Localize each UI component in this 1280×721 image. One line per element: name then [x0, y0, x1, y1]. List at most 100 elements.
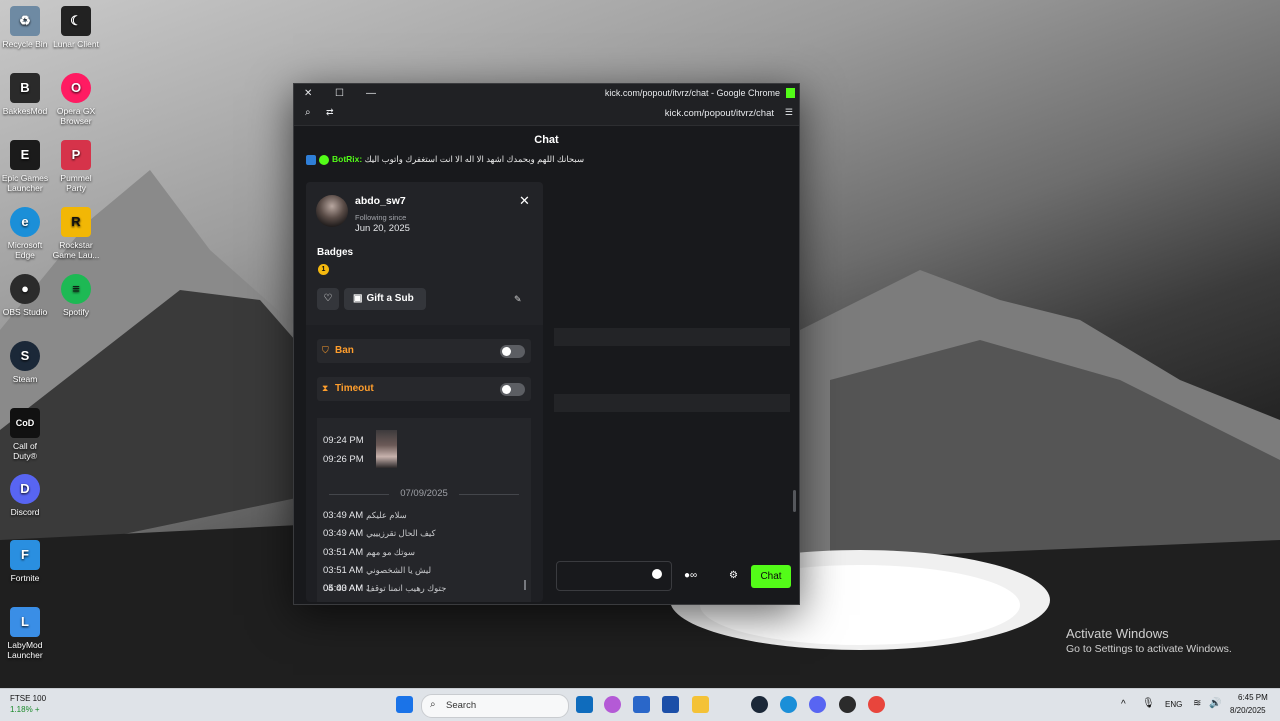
- stock-widget[interactable]: FTSE 100 1.18% +: [10, 693, 46, 715]
- desktop-icon-label: Steam: [12, 374, 38, 384]
- desktop-icon-area: ♻ Recycle Bin ☾ Lunar Client B BakkesMod…: [0, 0, 110, 680]
- history-time: 09:26 PM: [323, 454, 364, 465]
- chat-row-background: [554, 328, 790, 346]
- chat-header: Chat: [294, 126, 799, 155]
- close-window-icon[interactable]: ✕: [304, 88, 312, 99]
- chat-scrollbar[interactable]: [793, 490, 796, 512]
- timeout-toggle[interactable]: [500, 383, 525, 396]
- discord-taskbar-icon[interactable]: [809, 696, 826, 713]
- microphone-icon[interactable]: 🎙: [1142, 698, 1155, 709]
- user-card-username[interactable]: abdo_sw7: [355, 195, 406, 207]
- favorite-heart-button[interactable]: ♡: [317, 288, 339, 310]
- desktop-icon-discord[interactable]: D Discord: [0, 474, 50, 517]
- history-message: جتوك رهيب انمنا توقف: [366, 583, 447, 593]
- chevron-up-icon[interactable]: ^: [1121, 699, 1126, 710]
- store-icon[interactable]: [633, 696, 650, 713]
- desktop-icon-lunar-client[interactable]: ☾ Lunar Client: [51, 6, 101, 49]
- volume-icon[interactable]: 🔊: [1209, 698, 1221, 709]
- desktop-icon-obs[interactable]: ● OBS Studio: [0, 274, 50, 317]
- kicks-icon[interactable]: ●∞: [684, 570, 697, 581]
- gear-icon[interactable]: ⚙: [729, 570, 738, 581]
- emoji-icon[interactable]: [652, 569, 662, 579]
- message-history[interactable]: 09:24 PM 09:26 PM 07/09/2025 03:49 AM سلا…: [317, 418, 531, 602]
- history-scrollbar[interactable]: [524, 580, 526, 590]
- history-time: 05:40 AM: [323, 583, 364, 594]
- steam-taskbar-icon[interactable]: [751, 696, 768, 713]
- toggle-knob: [502, 385, 511, 394]
- history-row: 09:24 PM: [323, 435, 367, 446]
- desktop-icon-call-of-duty[interactable]: CoD Call of Duty®: [0, 408, 50, 461]
- message-username[interactable]: BotRix:: [332, 154, 362, 164]
- desktop-icon-edge[interactable]: e Microsoft Edge: [0, 207, 50, 260]
- windows-start-icon[interactable]: [396, 696, 413, 713]
- maximize-window-icon[interactable]: ☐: [335, 88, 344, 99]
- outlook-icon[interactable]: [576, 696, 593, 713]
- pin-icon[interactable]: ✎: [514, 294, 522, 305]
- emote-image: [376, 430, 397, 468]
- history-message: ليش يا الشخصوني: [366, 565, 432, 575]
- watermark-title: Activate Windows: [1066, 626, 1169, 641]
- translate-icon[interactable]: ⇄: [326, 107, 334, 118]
- ban-toggle[interactable]: [500, 345, 525, 358]
- site-settings-icon[interactable]: ☰: [785, 107, 793, 118]
- desktop-icon-label: Fortnite: [10, 573, 40, 583]
- desktop-icon-bakkesmod[interactable]: B BakkesMod: [0, 73, 50, 116]
- chrome-taskbar-icon[interactable]: [868, 696, 885, 713]
- zoom-icon[interactable]: ⌕: [305, 107, 311, 118]
- message-text: سبحانك اللهم وبحمدك اشهد الا اله الا انت…: [364, 154, 585, 164]
- chat-input[interactable]: [556, 561, 672, 591]
- edge-taskbar-icon[interactable]: [780, 696, 797, 713]
- desktop-icon-label: Opera GX Browser: [56, 106, 96, 126]
- user-card: abdo_sw7 Following since Jun 20, 2025 ✕ …: [306, 182, 543, 602]
- history-message: سوتك مو مهم: [366, 547, 415, 557]
- history-row: 09:26 PM: [323, 454, 367, 465]
- clock-time[interactable]: 6:45 PM: [1238, 693, 1268, 702]
- history-row: 03:51 AM ليش يا الشخصوني: [323, 565, 431, 576]
- desktop-icon-label: Spotify: [63, 307, 89, 317]
- clock-date[interactable]: 8/20/2025: [1230, 706, 1266, 715]
- discord-icon: D: [10, 474, 40, 504]
- obs-icon: ●: [10, 274, 40, 304]
- desktop-icon-label: Lunar Client: [53, 39, 99, 49]
- desktop-icon-labymod[interactable]: L LabyMod Launcher: [0, 607, 50, 660]
- chrome-popup-window: ✕ ☐ — kick.com/popout/itvrz/chat - Googl…: [293, 83, 800, 605]
- taskbar-search[interactable]: ⌕ Search: [421, 694, 569, 718]
- avatar: [316, 195, 348, 227]
- history-row: 03:51 AM سوتك مو مهم: [323, 547, 415, 558]
- kick-logo-icon: [786, 88, 795, 98]
- copilot-icon[interactable]: [604, 696, 621, 713]
- history-message: كيف الحال تقرزيييي: [366, 528, 436, 538]
- chat-message: BotRix: سبحانك اللهم وبحمدك اشهد الا اله…: [306, 154, 584, 165]
- desktop-icon-epic-games[interactable]: E Epic Games Launcher: [0, 140, 50, 193]
- obs-taskbar-icon[interactable]: [839, 696, 856, 713]
- desktop-icon-recycle-bin[interactable]: ♻ Recycle Bin: [0, 6, 50, 49]
- defender-icon[interactable]: [662, 696, 679, 713]
- history-message: 1: [366, 583, 371, 593]
- call-of-duty-icon: CoD: [10, 408, 40, 438]
- history-time: 03:49 AM: [323, 528, 364, 539]
- desktop-icon-steam[interactable]: S Steam: [0, 341, 50, 384]
- desktop-icon-opera-gx[interactable]: O Opera GX Browser: [51, 73, 101, 126]
- subscriber-badge: 1: [318, 264, 329, 275]
- timeout-label: Timeout: [335, 383, 374, 394]
- desktop-icon-rockstar[interactable]: R Rockstar Game Lau...: [51, 207, 101, 260]
- history-row: 03:49 AM سلام عليكم: [323, 510, 407, 521]
- labymod-icon: L: [10, 607, 40, 637]
- history-time: 09:24 PM: [323, 435, 364, 446]
- desktop-icon-label: Epic Games Launcher: [1, 173, 49, 193]
- desktop-icon-spotify[interactable]: ≡ Spotify: [51, 274, 101, 317]
- address-url[interactable]: kick.com/popout/itvrz/chat: [665, 108, 774, 119]
- hourglass-icon: ⧗: [322, 383, 329, 393]
- minimize-window-icon[interactable]: —: [366, 88, 376, 99]
- pummel-party-icon: P: [61, 140, 91, 170]
- close-icon[interactable]: ✕: [519, 193, 530, 209]
- desktop-icon-pummel-party[interactable]: P Pummel Party: [51, 140, 101, 193]
- desktop-icon-fortnite[interactable]: F Fortnite: [0, 540, 50, 583]
- heart-icon: ♡: [323, 293, 333, 304]
- gift-sub-button[interactable]: ▣ Gift a Sub: [344, 288, 426, 310]
- send-chat-button[interactable]: Chat: [751, 565, 791, 588]
- file-explorer-icon[interactable]: [692, 696, 709, 713]
- timeout-row: ⧗ Timeout: [317, 377, 531, 401]
- wifi-icon[interactable]: ≋: [1193, 698, 1201, 709]
- language-indicator[interactable]: ENG: [1165, 700, 1182, 709]
